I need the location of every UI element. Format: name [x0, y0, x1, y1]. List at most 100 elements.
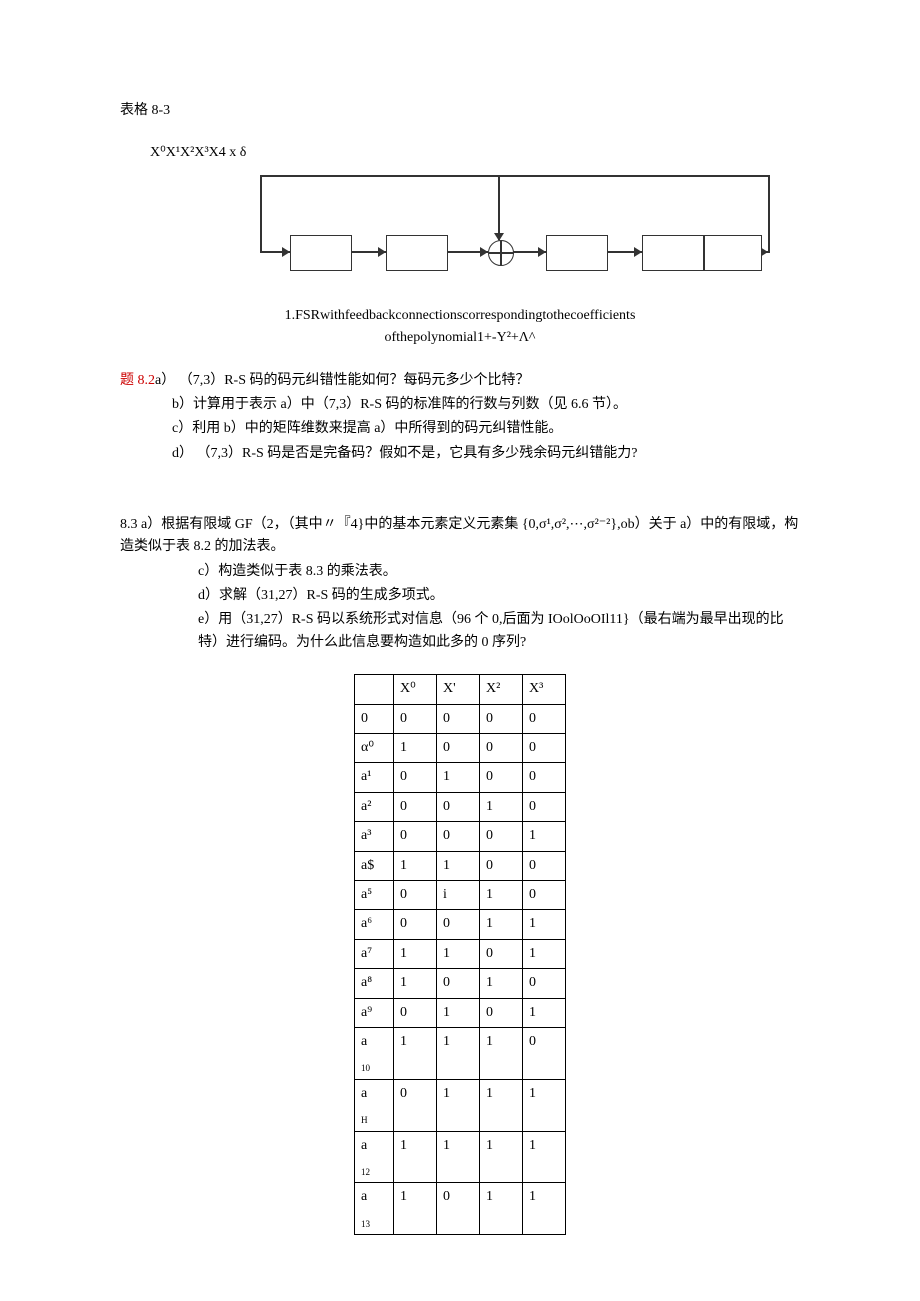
table-cell: 0 [480, 851, 523, 880]
table-cell: 0 [394, 1079, 437, 1131]
table-cell: 1 [480, 880, 523, 909]
table-cell: 0 [437, 792, 480, 821]
table-cell: 0 [523, 1027, 566, 1079]
table-cell: 0 [394, 792, 437, 821]
table-row-header: 0 [355, 704, 394, 733]
table-cell: 1 [523, 1079, 566, 1131]
table-cell: 0 [523, 969, 566, 998]
table-cell: 0 [394, 998, 437, 1027]
table-cell: 0 [523, 763, 566, 792]
question-8-3-a: 8.3 a）根据有限域 GF（2，（其中〃『4}中的基本元素定义元素集 {0,σ… [120, 514, 800, 559]
table-cell: 1 [394, 969, 437, 998]
table-cell: 1 [523, 910, 566, 939]
table-cell: 0 [523, 734, 566, 763]
table-cell: 0 [480, 822, 523, 851]
table-cell: 1 [480, 792, 523, 821]
table-header-cell [355, 675, 394, 704]
table-cell: 1 [523, 998, 566, 1027]
table-cell: 1 [437, 1027, 480, 1079]
table-cell: 1 [394, 1131, 437, 1183]
table-cell: 0 [523, 880, 566, 909]
figure-caption: 1.FSRwithfeedbackconnectionscorrespondin… [120, 305, 800, 350]
table-label: 表格 8-3 [120, 100, 800, 122]
xor-node [488, 240, 514, 266]
gf-element-table: X⁰X'X²X³00000α⁰1000a¹0100a²0010a³0001a$1… [354, 674, 566, 1235]
table-cell: 0 [394, 704, 437, 733]
table-row-header: aH [355, 1079, 394, 1131]
table-cell: 1 [480, 1027, 523, 1079]
table-row-header: a³ [355, 822, 394, 851]
table-row-header: a13 [355, 1183, 394, 1235]
question-8-2-head: 题 8.2 [120, 373, 155, 388]
table-row-header: α⁰ [355, 734, 394, 763]
table-row-header: a⁵ [355, 880, 394, 909]
table-cell: 1 [480, 910, 523, 939]
lfsr-diagram [260, 175, 770, 295]
register-box [290, 235, 352, 271]
table-row-header: a$ [355, 851, 394, 880]
table-cell: 0 [437, 969, 480, 998]
question-8-2-d: d） （7,3）R-S 码是否是完备码？假如不是，它具有多少残余码元纠错能力? [120, 443, 800, 465]
table-cell: 0 [480, 939, 523, 968]
table-header-cell: X⁰ [394, 675, 437, 704]
table-cell: 1 [523, 822, 566, 851]
table-row-header: a² [355, 792, 394, 821]
table-header-cell: X³ [523, 675, 566, 704]
table-header-cell: X² [480, 675, 523, 704]
table-cell: 1 [523, 1183, 566, 1235]
table-cell: 1 [480, 1183, 523, 1235]
table-cell: 1 [394, 1183, 437, 1235]
table-cell: 0 [394, 763, 437, 792]
table-cell: 1 [394, 734, 437, 763]
table-cell: 0 [437, 910, 480, 939]
question-8-2-a: a） （7,3）R-S 码的码元纠错性能如何？每码元多少个比特？ [155, 373, 530, 388]
table-cell: 0 [480, 704, 523, 733]
table-cell: 0 [394, 822, 437, 851]
table-cell: 0 [437, 734, 480, 763]
table-cell: 1 [523, 1131, 566, 1183]
table-header-cell: X' [437, 675, 480, 704]
table-cell: 1 [394, 851, 437, 880]
table-cell: 0 [480, 734, 523, 763]
table-cell: 0 [394, 880, 437, 909]
table-cell: 1 [480, 1131, 523, 1183]
table-cell: 0 [523, 792, 566, 821]
table-cell: 1 [437, 763, 480, 792]
table-cell: 1 [480, 1079, 523, 1131]
table-cell: 1 [437, 998, 480, 1027]
table-cell: 1 [437, 1079, 480, 1131]
table-row-header: a⁹ [355, 998, 394, 1027]
table-cell: 0 [437, 1183, 480, 1235]
table-cell: 1 [437, 1131, 480, 1183]
table-row-header: a⁷ [355, 939, 394, 968]
table-cell: i [437, 880, 480, 909]
table-cell: 0 [523, 704, 566, 733]
table-row-header: a⁶ [355, 910, 394, 939]
table-row-header: a12 [355, 1131, 394, 1183]
table-cell: 0 [480, 763, 523, 792]
caption-line-2: ofthepolynomial1+-Y²+Λ^ [384, 330, 535, 345]
table-cell: 0 [394, 910, 437, 939]
register-box [642, 235, 704, 271]
table-cell: 1 [394, 939, 437, 968]
table-row-header: a⁸ [355, 969, 394, 998]
register-box [546, 235, 608, 271]
table-cell: 0 [437, 822, 480, 851]
register-box [386, 235, 448, 271]
question-8-3-d: d）求解（31,27）R-S 码的生成多项式。 [120, 585, 800, 607]
table-row-header: a10 [355, 1027, 394, 1079]
table-cell: 0 [437, 704, 480, 733]
table-cell: 1 [523, 939, 566, 968]
table-cell: 1 [480, 969, 523, 998]
question-8-3-c: c）构造类似于表 8.3 的乘法表。 [120, 561, 800, 583]
register-box [704, 235, 762, 271]
polynomial-line: X⁰X¹X²X³X4 x δ [120, 142, 800, 164]
question-8-2-b: b）计算用于表示 a）中（7,3）R-S 码的标准阵的行数与列数（见 6.6 节… [120, 394, 800, 416]
table-row-header: a¹ [355, 763, 394, 792]
table-cell: 1 [437, 851, 480, 880]
table-cell: 0 [523, 851, 566, 880]
table-cell: 0 [480, 998, 523, 1027]
table-cell: 1 [437, 939, 480, 968]
question-8-3-e: e）用（31,27）R-S 码以系统形式对信息（96 个 0,后面为 IOolO… [120, 609, 800, 654]
caption-line-1: 1.FSRwithfeedbackconnectionscorrespondin… [285, 308, 636, 323]
